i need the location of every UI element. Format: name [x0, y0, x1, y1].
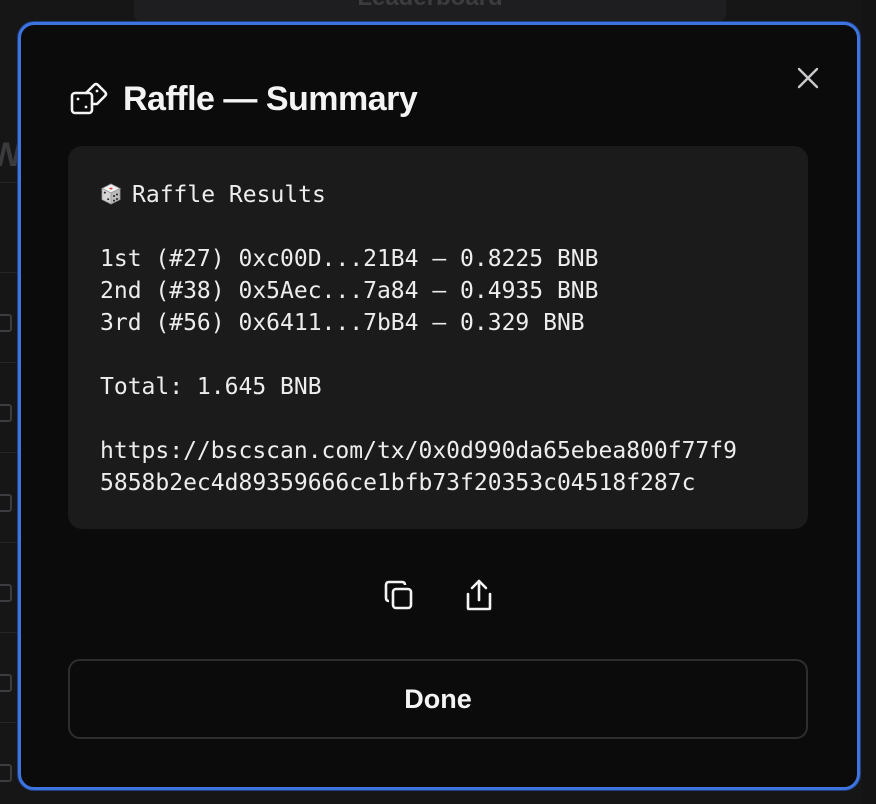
dialog-title: Raffle — Summary [123, 79, 418, 118]
tx-link-line: 5858b2ec4d89359666ce1bfb73f20353c04518f2… [100, 470, 696, 496]
copy-button[interactable] [382, 576, 416, 614]
winner-line: 1st (#27) 0xc00D...21B4 — 0.8225 BNB [100, 246, 599, 272]
raffle-summary-dialog: Raffle — Summary Raffle Results 1st (#27… [18, 22, 860, 790]
background-folder-icon [0, 404, 12, 422]
background-row-divider [0, 722, 18, 723]
background-row-divider [0, 632, 18, 633]
results-heading: Raffle Results [132, 182, 326, 208]
game-die-icon [101, 183, 121, 205]
done-button[interactable]: Done [68, 659, 808, 739]
background-row-divider [0, 542, 18, 543]
background-leaderboard-label: Leaderboard [134, 0, 726, 12]
copy-icon [384, 580, 413, 610]
background-row-divider [0, 272, 18, 273]
dialog-header: Raffle — Summary [69, 77, 418, 121]
background-folder-icon [0, 494, 12, 512]
winner-line: 2nd (#38) 0x5Aec...7a84 — 0.4935 BNB [100, 278, 599, 304]
background-row-divider [0, 182, 18, 183]
close-icon [797, 67, 819, 89]
tx-link-line: https://bscscan.com/tx/0x0d990da65ebea80… [100, 438, 737, 464]
background-row-divider [0, 362, 18, 363]
raffle-results-text: Raffle Results 1st (#27) 0xc00D...21B4 —… [68, 146, 808, 529]
background-leaderboard-tab: Leaderboard [134, 0, 726, 22]
background-folder-icon [0, 584, 12, 602]
share-icon [466, 579, 492, 611]
dice-tag-icon [69, 79, 109, 119]
close-button[interactable] [791, 61, 825, 95]
total-line: Total: 1.645 BNB [100, 374, 322, 400]
summary-actions [21, 576, 857, 620]
background-right-strip [862, 0, 876, 804]
background-folder-icon [0, 764, 12, 782]
background-folder-icon [0, 314, 12, 332]
results-heading-line: Raffle Results [100, 179, 776, 211]
background-row-divider [0, 452, 18, 453]
background-left-column: W [0, 40, 22, 804]
winner-line: 3rd (#56) 0x6411...7bB4 — 0.329 BNB [100, 310, 585, 336]
background-folder-icon [0, 674, 12, 692]
share-button[interactable] [462, 576, 496, 614]
